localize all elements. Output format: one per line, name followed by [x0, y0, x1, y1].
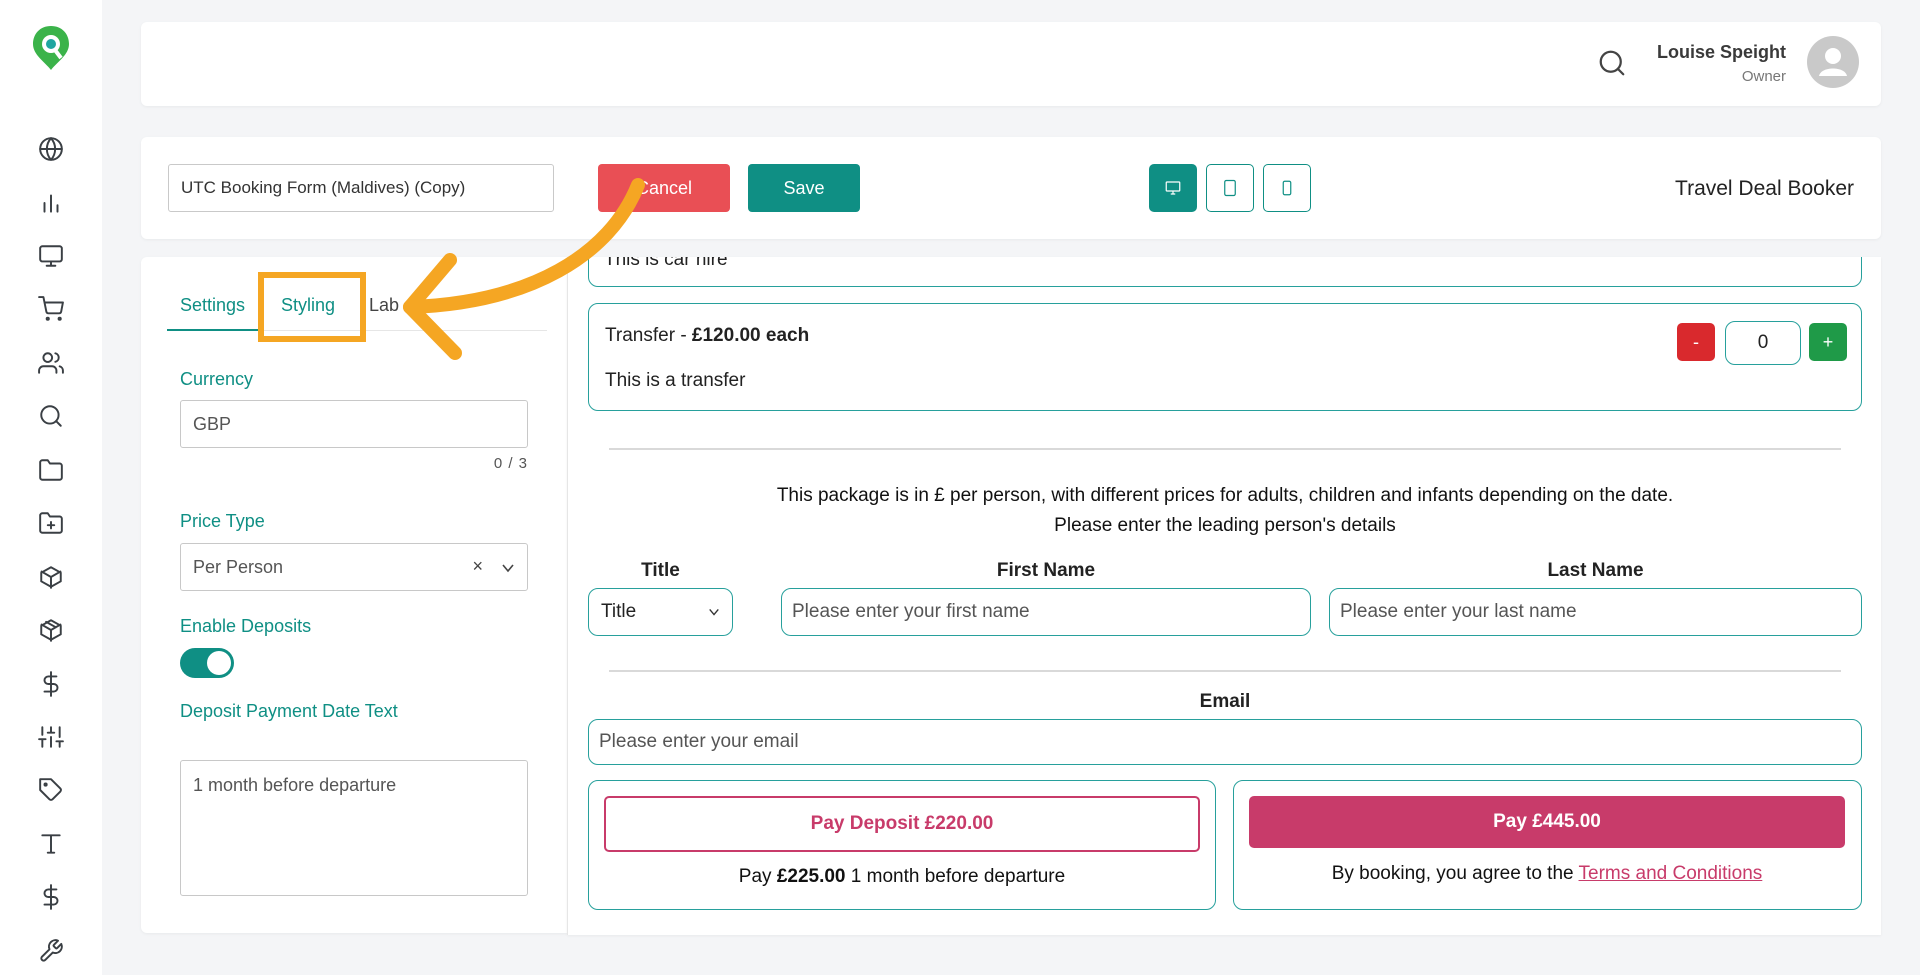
deposit-note: Pay £225.00 1 month before departure	[589, 866, 1215, 888]
enable-deposits-label: Enable Deposits	[180, 616, 312, 636]
pay-full-button[interactable]: Pay £445.00	[1249, 796, 1845, 848]
bar-chart-icon[interactable]	[37, 189, 65, 217]
sidebar	[0, 0, 102, 975]
cart-icon[interactable]	[37, 295, 65, 323]
title-label: Title	[641, 560, 680, 581]
car-hire-card: This is car hire	[588, 257, 1862, 287]
logo-icon[interactable]	[31, 24, 71, 72]
deposit-date-textarea[interactable]: 1 month before departure	[180, 760, 528, 896]
save-button[interactable]: Save	[748, 164, 860, 212]
section-divider	[609, 670, 1841, 672]
email-label: Email	[1199, 691, 1251, 712]
app-title: Travel Deal Booker	[1675, 177, 1854, 200]
dollar-icon[interactable]	[37, 670, 65, 698]
enable-deposits-toggle[interactable]	[180, 648, 234, 678]
arrow-icon	[403, 178, 645, 360]
toggle-knob	[207, 651, 231, 675]
email-input[interactable]: Please enter your email	[588, 719, 1862, 765]
users-icon[interactable]	[37, 349, 65, 377]
chevron-down-icon	[709, 608, 719, 616]
tablet-view-button[interactable]	[1206, 164, 1254, 212]
desktop-view-button[interactable]	[1149, 164, 1197, 212]
deposit-note-prefix: Pay	[738, 866, 777, 887]
dollar-icon[interactable]	[37, 883, 65, 911]
globe-icon[interactable]	[37, 135, 65, 163]
deposit-note-suffix: 1 month before departure	[845, 866, 1066, 887]
avatar[interactable]	[1807, 36, 1859, 88]
clear-icon[interactable]: ×	[472, 556, 483, 577]
title-select[interactable]: Title	[588, 588, 733, 636]
deposit-card: Pay Deposit £220.00 Pay £225.00 1 month …	[588, 780, 1216, 910]
price-type-label: Price Type	[180, 511, 265, 531]
top-header: Louise Speight Owner	[141, 22, 1881, 106]
text-icon[interactable]	[37, 830, 65, 858]
user-role: Owner	[1741, 68, 1786, 85]
terms-prefix: By booking, you agree to the	[1331, 863, 1579, 884]
price-type-value: Per Person	[193, 556, 284, 577]
lead-info-text: Please enter the leading person's detail…	[1054, 515, 1396, 536]
currency-label: Currency	[180, 369, 254, 389]
monitor-icon[interactable]	[37, 242, 65, 270]
search-icon[interactable]	[1597, 48, 1627, 78]
last-name-input[interactable]: Please enter your last name	[1329, 588, 1862, 636]
transfer-description: This is a transfer	[605, 370, 746, 391]
box-icon[interactable]	[37, 563, 65, 591]
active-tab-indicator	[167, 329, 259, 331]
quantity-decrement-button[interactable]: -	[1677, 323, 1715, 361]
first-name-input[interactable]: Please enter your first name	[781, 588, 1311, 636]
tablet-icon	[1224, 179, 1236, 197]
full-payment-card: Pay £445.00 By booking, you agree to the…	[1233, 780, 1862, 910]
terms-link[interactable]: Terms and Conditions	[1579, 863, 1763, 884]
currency-char-counter: 0 / 3	[493, 455, 528, 472]
wrench-icon[interactable]	[37, 937, 65, 965]
terms-note: By booking, you agree to the Terms and C…	[1234, 863, 1860, 885]
sliders-icon[interactable]	[37, 723, 65, 751]
desktop-icon	[1165, 181, 1181, 195]
mobile-view-button[interactable]	[1263, 164, 1311, 212]
pay-deposit-button[interactable]: Pay Deposit £220.00	[604, 796, 1200, 852]
form-preview: This is car hire Transfer - £120.00 each…	[567, 257, 1881, 935]
deposit-note-amount: £225.00	[776, 866, 846, 887]
transfer-card	[588, 303, 1862, 411]
package-info-text: This package is in £ per person, with di…	[776, 485, 1674, 506]
deposit-date-label: Deposit Payment Date Text	[180, 701, 398, 721]
user-icon	[1819, 48, 1847, 76]
tab-settings[interactable]: Settings	[180, 295, 245, 316]
chevron-down-icon[interactable]	[501, 561, 515, 575]
user-name[interactable]: Louise Speight	[1657, 42, 1786, 63]
transfer-price: £120.00 each	[691, 325, 810, 346]
highlight-box	[258, 272, 366, 342]
first-name-label: First Name	[996, 560, 1096, 581]
package-icon[interactable]	[37, 616, 65, 644]
currency-input[interactable]: GBP	[180, 400, 528, 448]
quantity-increment-button[interactable]: +	[1809, 323, 1847, 361]
section-divider	[609, 448, 1841, 450]
folder-icon[interactable]	[37, 456, 65, 484]
price-type-select[interactable]: Per Person ×	[180, 543, 528, 591]
title-select-value: Title	[601, 601, 637, 622]
quantity-input[interactable]: 0	[1725, 321, 1801, 365]
mobile-icon	[1282, 180, 1292, 196]
search-icon[interactable]	[37, 402, 65, 430]
last-name-label: Last Name	[1547, 560, 1644, 581]
tag-icon[interactable]	[37, 776, 65, 804]
folder-plus-icon[interactable]	[37, 509, 65, 537]
